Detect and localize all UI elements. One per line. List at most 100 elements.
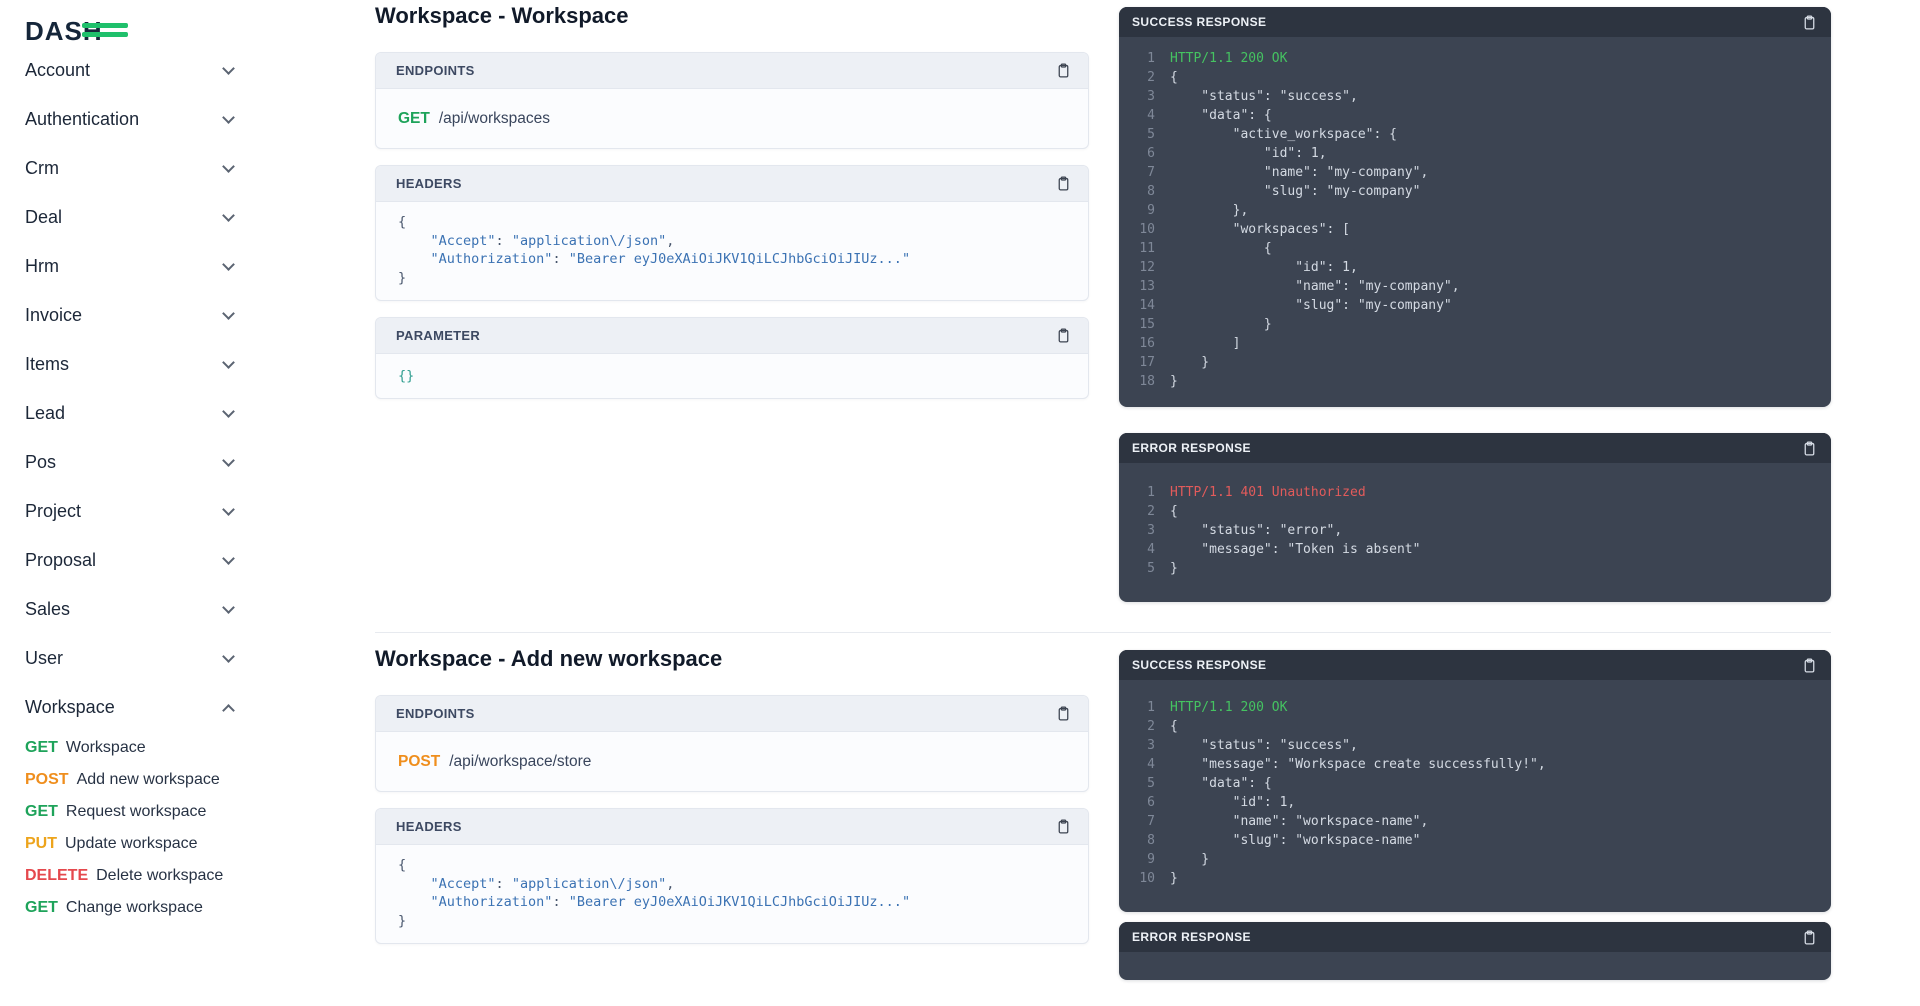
chevron-icon (222, 601, 235, 614)
sidebar-item[interactable]: Proposal (25, 536, 237, 585)
code-text: { (1170, 239, 1272, 258)
code-line: 13 "name": "my-company", (1129, 277, 1819, 296)
request-column: Workspace - Workspace ENDPOINTS GET /api… (375, 2, 1089, 415)
code-line: 6 "id": 1, (1129, 793, 1819, 812)
code-line: 2{ (1129, 68, 1819, 87)
code-line: 5} (1129, 559, 1819, 578)
sidebar-item-label: User (25, 648, 63, 669)
code-text: } (1170, 559, 1178, 578)
sidebar-item[interactable]: Workspace (25, 683, 237, 732)
panel-title: ERROR RESPONSE (1132, 930, 1251, 944)
sidebar-sub-item-label: Delete workspace (96, 867, 223, 885)
copy-button[interactable] (1055, 175, 1072, 192)
chevron-icon (222, 552, 235, 565)
code-line: 14 "slug": "my-company" (1129, 296, 1819, 315)
copy-button[interactable] (1055, 705, 1072, 722)
line-number: 3 (1129, 87, 1155, 106)
code-line: "Accept": "application\/json", (398, 875, 1068, 894)
sidebar-sub-item[interactable]: GET Change workspace (25, 892, 245, 924)
sidebar-item[interactable]: Items (25, 340, 237, 389)
line-number: 14 (1129, 296, 1155, 315)
sidebar-sub-item[interactable]: GET Request workspace (25, 796, 245, 828)
sidebar-item[interactable]: Deal (25, 193, 237, 242)
code-text: { (1170, 502, 1178, 521)
panel-header: ERROR RESPONSE (1119, 433, 1831, 463)
code-key: "Authorization" (398, 894, 552, 910)
sidebar-item[interactable]: Lead (25, 389, 237, 438)
section-title: Workspace - Add new workspace (375, 645, 1089, 673)
sidebar-sub-item[interactable]: DELETE Delete workspace (25, 860, 245, 892)
code-text: HTTP/1.1 200 OK (1170, 698, 1287, 717)
sidebar-item[interactable]: Hrm (25, 242, 237, 291)
copy-button[interactable] (1055, 818, 1072, 835)
panel-title: SUCCESS RESPONSE (1132, 658, 1266, 672)
response-code (1119, 952, 1831, 980)
line-number: 5 (1129, 559, 1155, 578)
code-text: "data": { (1170, 774, 1272, 793)
copy-icon (1801, 657, 1818, 674)
code-text: HTTP/1.1 200 OK (1170, 49, 1287, 68)
sidebar-sub-item-label: Update workspace (65, 835, 198, 853)
sidebar-item[interactable]: User (25, 634, 237, 683)
code-text: ] (1170, 334, 1240, 353)
line-number: 3 (1129, 736, 1155, 755)
code-line: 10} (1129, 869, 1819, 888)
copy-button[interactable] (1055, 62, 1072, 79)
line-number: 9 (1129, 850, 1155, 869)
code-line: 15 } (1129, 315, 1819, 334)
chevron-icon (222, 704, 235, 717)
parameter-value-body: {} (376, 354, 1088, 398)
app-logo[interactable]: DASH (25, 16, 175, 46)
code-line: } (398, 912, 1068, 931)
sidebar-item[interactable]: Sales (25, 585, 237, 634)
copy-icon (1801, 14, 1818, 31)
endpoint-method: GET (398, 110, 430, 128)
code-line: 17 } (1129, 353, 1819, 372)
endpoints-card-title: ENDPOINTS (396, 63, 475, 78)
sidebar-item[interactable]: Crm (25, 144, 237, 193)
code-key: "Accept" (398, 233, 496, 249)
line-number: 11 (1129, 239, 1155, 258)
code-line: 2{ (1129, 717, 1819, 736)
copy-button[interactable] (1801, 657, 1818, 674)
sidebar-item[interactable]: Authentication (25, 95, 237, 144)
endpoint-value: GET /api/workspaces (376, 89, 1088, 148)
code-separator: : (552, 251, 568, 267)
line-number: 15 (1129, 315, 1155, 334)
endpoints-card-title: ENDPOINTS (396, 706, 475, 721)
copy-icon (1055, 818, 1072, 835)
sidebar-item[interactable]: Account (25, 46, 237, 95)
endpoints-card-header: ENDPOINTS (376, 53, 1088, 89)
sidebar-item[interactable]: Invoice (25, 291, 237, 340)
copy-button[interactable] (1055, 327, 1072, 344)
sidebar-sub-item[interactable]: POST Add new workspace (25, 764, 245, 796)
line-number: 12 (1129, 258, 1155, 277)
sidebar-item[interactable]: Pos (25, 438, 237, 487)
line-number: 16 (1129, 334, 1155, 353)
code-line: { (398, 856, 1068, 875)
code-value: "application\/json" (512, 876, 666, 892)
code-line: 9 } (1129, 850, 1819, 869)
code-text: } (1170, 315, 1272, 334)
code-line: 8 "slug": "workspace-name" (1129, 831, 1819, 850)
endpoint-method: POST (398, 753, 440, 771)
copy-button[interactable] (1801, 929, 1818, 946)
copy-button[interactable] (1801, 14, 1818, 31)
sidebar-item-label: Deal (25, 207, 62, 228)
chevron-icon (222, 454, 235, 467)
headers-card: HEADERS { "Accept": "application\/json", (375, 808, 1089, 944)
sidebar-item[interactable]: Project (25, 487, 237, 536)
sidebar-sub-item-label: Add new workspace (77, 771, 220, 789)
code-text: "active_workspace": { (1170, 125, 1397, 144)
code-line: 1HTTP/1.1 200 OK (1129, 698, 1819, 717)
panel-header: ERROR RESPONSE (1119, 922, 1831, 952)
code-line: 10 "workspaces": [ (1129, 220, 1819, 239)
copy-icon (1055, 175, 1072, 192)
sidebar-sub-item[interactable]: GET Workspace (25, 732, 245, 764)
chevron-icon (222, 356, 235, 369)
copy-button[interactable] (1801, 440, 1818, 457)
main-content: Workspace - Workspace ENDPOINTS GET /api… (375, 0, 1831, 1006)
sidebar-sub-item[interactable]: PUT Update workspace (25, 828, 245, 860)
code-line: 4 "data": { (1129, 106, 1819, 125)
line-number: 17 (1129, 353, 1155, 372)
